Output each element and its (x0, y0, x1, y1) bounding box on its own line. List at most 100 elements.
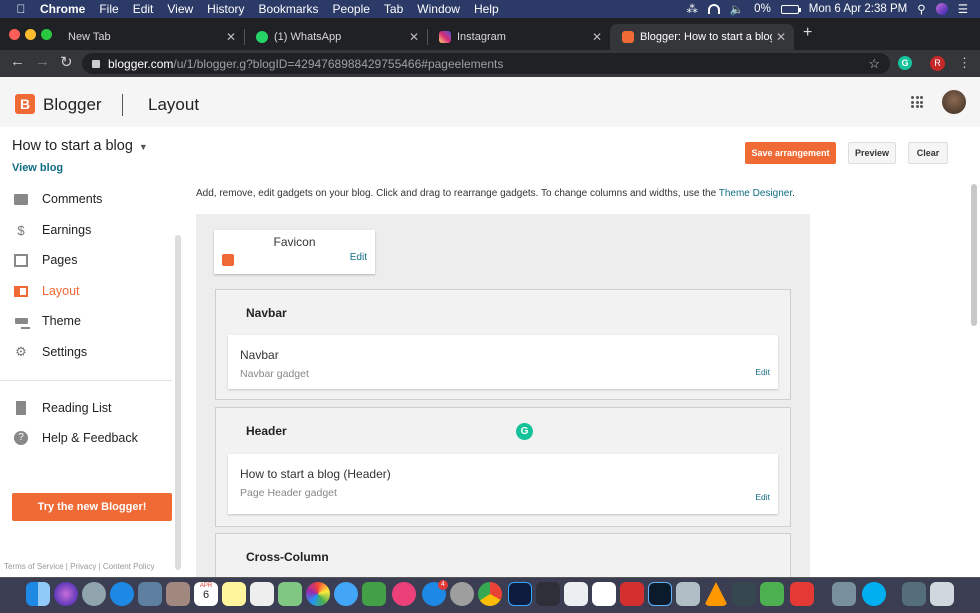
siri-icon[interactable] (935, 3, 948, 15)
address-bar[interactable]: blogger.com/u/1/blogger.g?blogID=4294768… (82, 53, 890, 74)
save-arrangement-button[interactable]: Save arrangement (745, 142, 836, 164)
siri-icon[interactable] (54, 582, 78, 606)
music-icon[interactable] (392, 582, 416, 606)
activity-monitor-icon[interactable] (732, 582, 756, 606)
keynote-icon[interactable] (536, 582, 560, 606)
tab-blogger[interactable]: Blogger: How to start a blog - L ✕ (610, 24, 794, 50)
view-blog-link[interactable]: View blog (12, 162, 63, 174)
messages-icon[interactable] (334, 582, 358, 606)
minimize-window-button[interactable] (25, 29, 36, 40)
lock-icon[interactable] (92, 59, 100, 68)
new-tab-plus-icon[interactable]: + (803, 24, 812, 42)
chrome-menu-icon[interactable]: ⋮ (958, 55, 971, 71)
account-avatar[interactable] (942, 90, 966, 114)
favicon-gadget[interactable]: Favicon Edit (214, 230, 375, 274)
menu-app-name[interactable]: Chrome (40, 2, 85, 16)
launchpad-icon[interactable] (82, 582, 106, 606)
chrome-icon[interactable] (478, 582, 502, 606)
folder-icon[interactable] (902, 582, 926, 606)
menu-history[interactable]: History (207, 2, 244, 16)
close-icon[interactable]: ✕ (592, 30, 602, 44)
battery-icon[interactable] (780, 4, 801, 14)
preview-app-icon[interactable] (564, 582, 588, 606)
menu-view[interactable]: View (167, 2, 193, 16)
filezilla-icon[interactable] (790, 582, 814, 606)
maps-icon[interactable] (278, 582, 302, 606)
sidebar-item-reading-list[interactable]: Reading List (0, 397, 172, 419)
sidebar-item-earnings[interactable]: $ Earnings (0, 219, 172, 241)
apple-icon[interactable]:  (14, 2, 28, 16)
forward-arrow-icon[interactable]: → (35, 53, 50, 70)
blog-selector[interactable]: How to start a blog ▼ (12, 138, 148, 154)
edit-header-link[interactable]: Edit (755, 492, 770, 502)
sidebar-item-comments[interactable]: Comments (0, 188, 172, 210)
volume-icon[interactable]: 🔈 (730, 2, 744, 16)
menu-list-icon[interactable]: ☰ (958, 2, 968, 16)
tab-whatsapp[interactable]: (1) WhatsApp ✕ (244, 24, 427, 50)
vlc-icon[interactable] (704, 582, 728, 606)
brand-name[interactable]: Blogger (43, 95, 102, 115)
preview-button[interactable]: Preview (848, 142, 896, 164)
menu-tab[interactable]: Tab (384, 2, 403, 16)
header-gadget[interactable]: How to start a blog (Header) Page Header… (228, 454, 778, 514)
numbers-icon[interactable] (592, 582, 616, 606)
bookmark-star-icon[interactable]: ☆ (868, 56, 880, 72)
terms-link[interactable]: Terms of Service (4, 562, 64, 571)
navbar-gadget[interactable]: Navbar Navbar gadget Edit (228, 335, 778, 389)
theme-designer-link[interactable]: Theme Designer (719, 188, 792, 199)
sidebar-scrollbar[interactable] (175, 235, 181, 570)
menu-file[interactable]: File (99, 2, 118, 16)
notes-icon[interactable] (222, 582, 246, 606)
sidebar-item-pages[interactable]: Pages (0, 249, 172, 271)
menu-window[interactable]: Window (417, 2, 460, 16)
finder-icon[interactable] (26, 582, 50, 606)
menu-help[interactable]: Help (474, 2, 499, 16)
close-icon[interactable]: ✕ (776, 30, 786, 44)
lightroom-icon[interactable] (648, 582, 672, 606)
image-capture-icon[interactable] (676, 582, 700, 606)
content-policy-link[interactable]: Content Policy (103, 562, 155, 571)
menu-edit[interactable]: Edit (133, 2, 154, 16)
back-arrow-icon[interactable]: ← (10, 53, 25, 70)
try-new-blogger-button[interactable]: Try the new Blogger! (12, 493, 172, 521)
photo-app-icon[interactable] (138, 582, 162, 606)
search-icon[interactable]: ⚲ (917, 2, 925, 16)
grammarly-extension-icon[interactable]: G (898, 56, 912, 70)
acrobat-icon[interactable] (620, 582, 644, 606)
reminders-icon[interactable] (250, 582, 274, 606)
close-icon[interactable]: ✕ (409, 30, 419, 44)
edit-favicon-link[interactable]: Edit (350, 252, 367, 263)
sidebar-item-help[interactable]: ? Help & Feedback (0, 427, 172, 449)
system-preferences-icon[interactable] (450, 582, 474, 606)
sidebar-item-theme[interactable]: Theme (0, 310, 172, 332)
page-scrollbar[interactable] (971, 184, 977, 326)
photoshop-icon[interactable] (508, 582, 532, 606)
profile-avatar-button[interactable]: R (930, 56, 945, 71)
edit-navbar-link[interactable]: Edit (755, 367, 770, 377)
downloads-icon[interactable] (832, 582, 856, 606)
facetime-icon[interactable] (362, 582, 386, 606)
reload-icon[interactable]: ↻ (60, 53, 73, 71)
clear-button[interactable]: Clear (908, 142, 948, 164)
calendar-icon[interactable]: APR 6 (194, 582, 218, 606)
trash-icon[interactable] (930, 582, 954, 606)
zoom-window-button[interactable] (41, 29, 52, 40)
skype-icon[interactable] (862, 582, 886, 606)
menu-bookmarks[interactable]: Bookmarks (259, 2, 319, 16)
sidebar-item-layout[interactable]: Layout (0, 280, 172, 302)
grammarly-icon[interactable]: G (516, 423, 533, 440)
menu-people[interactable]: People (333, 2, 370, 16)
clock[interactable]: Mon 6 Apr 2:38 PM (809, 3, 907, 15)
bluetooth-icon[interactable]: ⁂ (686, 2, 698, 16)
tab-new-tab[interactable]: New Tab ✕ (56, 24, 244, 50)
wifi-icon[interactable] (707, 4, 720, 14)
close-window-button[interactable] (9, 29, 20, 40)
sidebar-item-settings[interactable]: ⚙ Settings (0, 341, 172, 363)
safari-icon[interactable] (110, 582, 134, 606)
audio-app-icon[interactable] (760, 582, 784, 606)
privacy-link[interactable]: Privacy (70, 562, 96, 571)
contacts-icon[interactable] (166, 582, 190, 606)
photos-icon[interactable] (306, 582, 330, 606)
close-icon[interactable]: ✕ (226, 30, 236, 44)
apps-grid-icon[interactable] (911, 96, 923, 108)
